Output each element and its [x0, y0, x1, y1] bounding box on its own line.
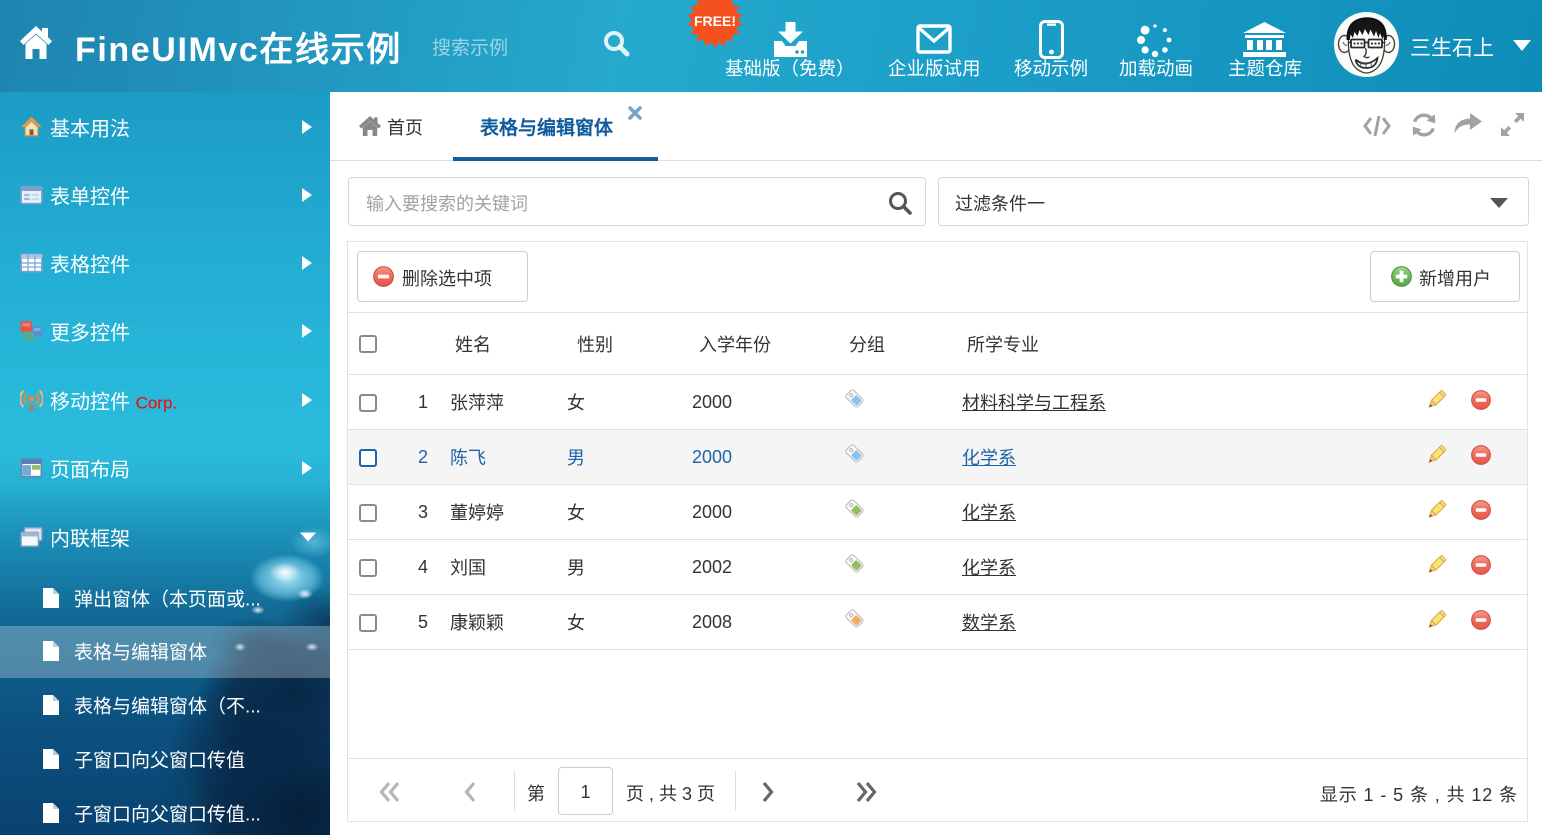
svg-text:FREE!: FREE! — [694, 13, 736, 29]
